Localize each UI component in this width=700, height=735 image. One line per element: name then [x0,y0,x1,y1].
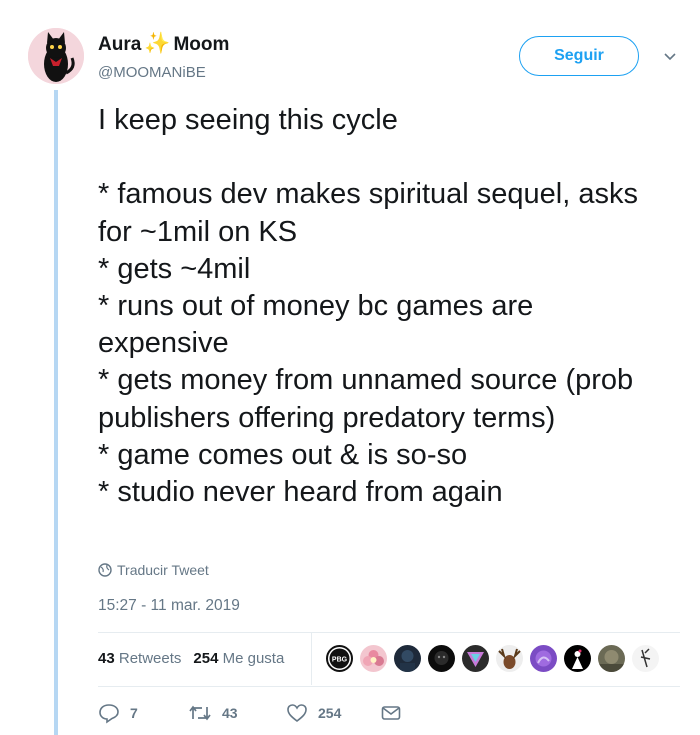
liker-avatar[interactable] [428,645,455,672]
envelope-icon [381,706,401,720]
reply-count: 7 [130,705,138,721]
retweets-stat[interactable]: 43 Retweets [98,650,181,667]
author-handle[interactable]: @MOOMANiBE [98,64,206,81]
chevron-down-icon[interactable] [663,50,677,64]
moose-avatar-icon [498,648,521,669]
liker-avatar[interactable] [462,645,489,672]
liker-avatars: PBG [326,645,666,672]
dark-character-avatar-icon [400,650,415,672]
black-cat-avatar-icon [28,28,84,84]
author-avatar[interactable] [28,28,84,84]
author-name[interactable]: Aura ✨ Moom [98,32,229,56]
reply-icon [99,704,119,724]
retweet-icon [189,705,211,721]
sparkles-emoji: ✨ [144,32,171,55]
flower-avatar-icon [363,650,384,666]
sketch-avatar-icon [640,648,651,668]
stats-top-divider [98,632,680,633]
liker-avatar[interactable] [632,645,659,672]
stats-bottom-divider [98,686,680,687]
globe-icon [98,563,112,577]
pbg-logo-avatar-icon: PBG [329,648,350,669]
tweet-timestamp: 15:27 - 11 mar. 2019 [98,597,240,614]
translate-tweet-label: Traducir Tweet [117,562,209,578]
dark-face-avatar-icon [434,651,449,665]
svg-text:PBG: PBG [332,657,348,664]
triangle-avatar-icon [467,652,484,667]
retweet-button[interactable]: 43 [188,702,238,724]
author-name-first: Aura [98,34,142,55]
reply-button[interactable]: 7 [98,702,138,724]
likes-stat[interactable]: 254 Me gusta [193,650,284,667]
retweet-count: 43 [222,705,238,721]
like-count: 254 [318,705,342,721]
liker-avatar[interactable] [598,645,625,672]
direct-message-button[interactable] [380,702,402,724]
liker-avatar[interactable] [496,645,523,672]
tweet-stats: 43 Retweets 254 Me gusta [98,650,284,667]
thread-line [54,90,58,735]
liker-avatar[interactable]: PBG [326,645,353,672]
heart-icon [287,704,307,723]
liker-avatar[interactable] [530,645,557,672]
purple-shape-avatar-icon [535,650,552,667]
liker-avatar[interactable] [564,645,591,672]
tweet-actions: 7 43 254 [98,702,428,726]
photo-avatar-icon [598,650,625,672]
tweet-text: I keep seeing this cycle * famous dev ma… [98,104,638,509]
like-button[interactable]: 254 [286,702,341,724]
author-name-last: Moom [173,34,230,55]
follow-button[interactable]: Seguir [519,36,639,76]
liker-avatar[interactable] [360,645,387,672]
liker-avatar[interactable] [394,645,421,672]
translate-tweet-link[interactable]: Traducir Tweet [98,562,209,578]
black-figure-avatar-icon [572,649,583,669]
stats-separator [311,633,312,685]
